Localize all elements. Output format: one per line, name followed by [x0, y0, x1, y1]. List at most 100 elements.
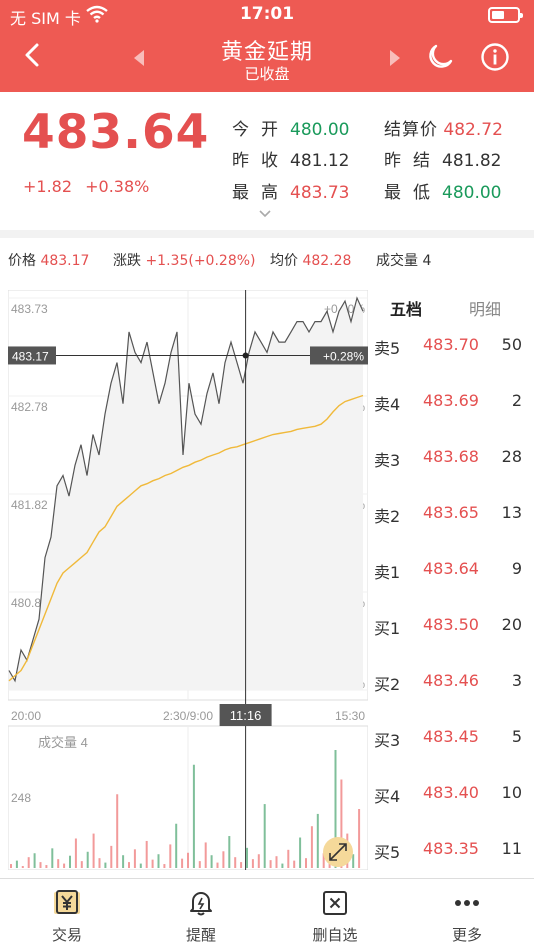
volume-bar: [169, 844, 172, 868]
level-volume: 3: [511, 671, 522, 690]
order-book-row: 卖1 483.64 9: [372, 554, 530, 584]
volume-bar: [198, 861, 201, 868]
volume-tick: 248: [11, 791, 31, 805]
crosshair-dot: [242, 352, 249, 359]
level-volume: 11: [501, 839, 522, 858]
last-price: 483.64: [22, 105, 210, 160]
tab-trade[interactable]: 交易: [0, 879, 134, 951]
volume-bar: [192, 764, 195, 868]
volume-bar: [310, 826, 313, 868]
info-volume: 成交量 4: [376, 253, 432, 269]
yuan-trade-icon: [54, 890, 80, 914]
volume-bar: [98, 858, 101, 868]
volume-bar: [51, 848, 54, 868]
info-icon[interactable]: [480, 42, 510, 72]
level-volume: 28: [501, 447, 522, 466]
volume-bar: [69, 855, 71, 868]
status-bar: 无 SIM 卡 17:01: [0, 0, 534, 30]
app-header: 无 SIM 卡 17:01 黄金延期 已收盘: [0, 0, 534, 92]
x-tick: 15:30: [335, 709, 365, 723]
tab-details[interactable]: 明细: [469, 296, 501, 320]
volume-bar: [281, 863, 284, 868]
volume-bar: [27, 857, 30, 868]
tab-more[interactable]: 更多: [400, 879, 534, 951]
battery-icon: [488, 7, 523, 23]
tab-remove-watchlist[interactable]: 删自选: [268, 879, 402, 951]
order-book-row: 买1 483.50 20: [372, 610, 530, 640]
volume-bar: [204, 842, 207, 868]
y-tick-left: 482.78: [11, 400, 48, 414]
volume-bar: [139, 863, 142, 868]
volume-bar: [39, 862, 42, 868]
volume-bar: [287, 849, 290, 868]
level-label: 卖1: [374, 563, 401, 582]
level-label: 买2: [374, 675, 401, 694]
level-volume: 9: [511, 559, 522, 578]
volume-bar: [187, 852, 189, 868]
level-label: 买4: [374, 787, 401, 806]
order-book-row: 卖4 483.69 2: [372, 386, 530, 416]
volume-bar: [74, 838, 77, 868]
volume-bar: [122, 855, 125, 868]
level-price: 483.68: [423, 447, 479, 466]
expand-chevron-icon[interactable]: [258, 207, 272, 221]
volume-bar: [175, 823, 178, 868]
volume-bar: [21, 866, 24, 868]
crosshair-info-row: 价格 483.17 涨跌 +1.35(+0.28%) 均价 482.28 成交量…: [0, 246, 534, 272]
volume-bar: [15, 860, 18, 868]
crosshair-price-label: 483.17: [12, 349, 49, 363]
level-price: 483.45: [423, 727, 479, 746]
info-avg: 均价 482.28: [270, 253, 352, 269]
level-volume: 20: [501, 615, 522, 634]
volume-bar: [352, 854, 355, 868]
level-label: 买5: [374, 843, 401, 862]
stat-settle: 结算价 482.72: [384, 120, 503, 140]
level-volume: 2: [511, 391, 522, 410]
volume-bar: [316, 813, 319, 868]
stat-prev-settle: 昨结481.82: [384, 151, 502, 171]
level-price: 483.69: [423, 391, 479, 410]
level-label: 买1: [374, 619, 401, 638]
volume-bar: [104, 862, 107, 868]
volume-bar: [240, 862, 243, 868]
volume-bar: [157, 854, 160, 868]
level-label: 买3: [374, 731, 401, 750]
volume-bar: [234, 857, 237, 868]
volume-bar: [116, 794, 119, 868]
volume-bar: [210, 855, 213, 868]
level-label: 卖3: [374, 451, 401, 470]
level-price: 483.64: [423, 559, 479, 578]
y-tick-left: 483.73: [11, 302, 48, 316]
intraday-chart[interactable]: 483.73+0.40%482.78+0.20%481.820.00%480.8…: [8, 290, 368, 870]
chart-svg[interactable]: 483.73+0.40%482.78+0.20%481.820.00%480.8…: [8, 290, 368, 870]
level-price: 483.70: [423, 335, 479, 354]
order-book-row: 卖2 483.65 13: [372, 498, 530, 528]
change-value: +1.82: [23, 177, 73, 196]
night-mode-icon[interactable]: [424, 42, 454, 72]
level-label: 卖5: [374, 339, 401, 358]
tab-five-levels[interactable]: 五档: [390, 296, 422, 320]
level-price: 483.35: [423, 839, 479, 858]
volume-title: 成交量 4: [38, 735, 88, 750]
bottom-tabbar: 交易 提醒 删自选 更多: [0, 878, 534, 950]
volume-bar: [110, 845, 113, 868]
order-book-tabs: 五档 明细: [372, 290, 530, 324]
level-volume: 13: [501, 503, 522, 522]
volume-bar: [269, 860, 272, 868]
bell-icon: [190, 892, 212, 916]
volume-bar: [128, 862, 130, 868]
info-price: 价格 483.17: [8, 253, 90, 269]
status-time: 17:01: [239, 4, 295, 24]
stat-high: 最高483.73: [232, 183, 350, 203]
y-tick-left: 481.82: [11, 498, 48, 512]
next-contract-icon[interactable]: [390, 50, 400, 66]
stat-low: 最低480.00: [384, 183, 502, 203]
volume-bar: [358, 809, 361, 868]
volume-bar: [251, 859, 254, 868]
tab-alert[interactable]: 提醒: [134, 879, 268, 951]
volume-bar: [10, 864, 12, 868]
order-book-row: 买3 483.45 5: [372, 722, 530, 752]
volume-bar: [181, 858, 184, 868]
volume-bar: [275, 856, 278, 868]
order-book: 五档 明细 卖5 483.70 50 卖4 483.69 2 卖3 483.68 28 卖2 483…: [372, 290, 530, 870]
